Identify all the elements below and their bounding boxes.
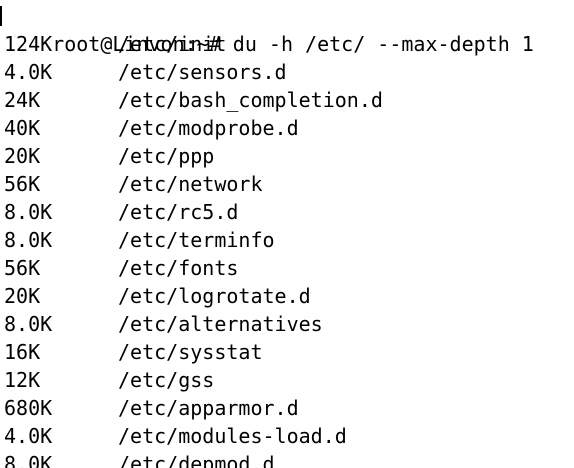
directory-path: /etc/modules-load.d xyxy=(118,424,347,448)
directory-size: 8.0K xyxy=(4,452,53,468)
directory-size: 16K xyxy=(4,340,41,364)
terminal-window[interactable]: root@Linvon:~# du -h /etc/ --max-depth 1… xyxy=(0,0,574,468)
directory-path: /etc/modprobe.d xyxy=(118,116,299,140)
directory-path: /etc/logrotate.d xyxy=(118,284,311,308)
output-row: 56K /etc/network xyxy=(4,170,263,198)
output-row: 4.0K /etc/sensors.d xyxy=(4,58,287,86)
directory-size: 4.0K xyxy=(4,60,53,84)
directory-size: 8.0K xyxy=(4,200,53,224)
output-row: 20K /etc/ppp xyxy=(4,142,214,170)
directory-path: /etc/terminfo xyxy=(118,228,275,252)
output-row: 24K /etc/bash_completion.d xyxy=(4,86,383,114)
directory-size: 24K xyxy=(4,88,41,112)
directory-size: 56K xyxy=(4,172,41,196)
output-row: 124K /etc/init xyxy=(4,30,226,58)
output-row: 680K /etc/apparmor.d xyxy=(4,394,299,422)
directory-size: 8.0K xyxy=(4,228,53,252)
output-row: 8.0K /etc/alternatives xyxy=(4,310,323,338)
directory-size: 56K xyxy=(4,256,41,280)
text-cursor xyxy=(0,6,2,26)
output-row: 56K /etc/fonts xyxy=(4,254,238,282)
directory-path: /etc/network xyxy=(118,172,263,196)
directory-size: 124K xyxy=(4,32,53,56)
output-row: 20K /etc/logrotate.d xyxy=(4,282,311,310)
directory-path: /etc/ppp xyxy=(118,144,215,168)
output-row: 40K /etc/modprobe.d xyxy=(4,114,299,142)
output-row: 16K /etc/sysstat xyxy=(4,338,263,366)
directory-path: /etc/gss xyxy=(118,368,215,392)
directory-size: 20K xyxy=(4,284,41,308)
directory-size: 20K xyxy=(4,144,41,168)
directory-path: /etc/sensors.d xyxy=(118,60,287,84)
directory-path: /etc/bash_completion.d xyxy=(118,88,383,112)
directory-path: /etc/depmod.d xyxy=(118,452,275,468)
output-row: 4.0K /etc/modules-load.d xyxy=(4,422,347,450)
output-row: 8.0K /etc/terminfo xyxy=(4,226,275,254)
directory-size: 4.0K xyxy=(4,424,53,448)
directory-size: 680K xyxy=(4,396,53,420)
directory-path: /etc/alternatives xyxy=(118,312,323,336)
directory-size: 12K xyxy=(4,368,41,392)
command-text: du -h /etc/ --max-depth 1 xyxy=(232,32,534,56)
output-row: 8.0K /etc/depmod.d xyxy=(4,450,275,468)
command-line: root@Linvon:~# du -h /etc/ --max-depth 1 xyxy=(4,2,534,56)
output-row: 12K /etc/gss xyxy=(4,366,214,394)
directory-size: 40K xyxy=(4,116,41,140)
directory-path: /etc/init xyxy=(118,32,227,56)
output-row: 8.0K /etc/rc5.d xyxy=(4,198,238,226)
directory-path: /etc/rc5.d xyxy=(118,200,239,224)
directory-size: 8.0K xyxy=(4,312,53,336)
directory-path: /etc/fonts xyxy=(118,256,239,280)
directory-path: /etc/apparmor.d xyxy=(118,396,299,420)
directory-path: /etc/sysstat xyxy=(118,340,263,364)
